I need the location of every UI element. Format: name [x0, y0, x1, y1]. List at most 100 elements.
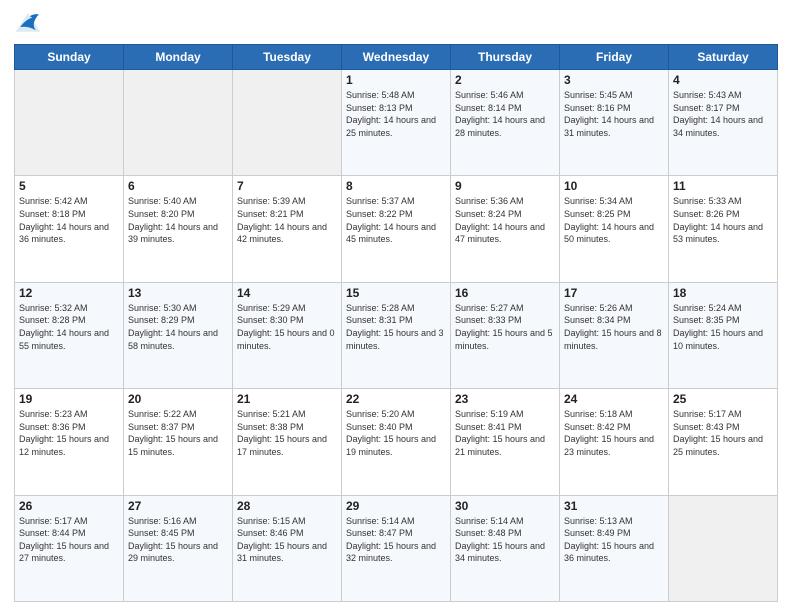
calendar-cell: 23 Sunrise: 5:19 AMSunset: 8:41 PMDayligh… [451, 389, 560, 495]
calendar-cell [233, 70, 342, 176]
day-number: 4 [673, 73, 773, 87]
day-number: 19 [19, 392, 119, 406]
day-info: Sunrise: 5:46 AMSunset: 8:14 PMDaylight:… [455, 89, 555, 139]
day-info: Sunrise: 5:21 AMSunset: 8:38 PMDaylight:… [237, 408, 337, 458]
col-header-friday: Friday [560, 45, 669, 70]
day-number: 23 [455, 392, 555, 406]
day-info: Sunrise: 5:40 AMSunset: 8:20 PMDaylight:… [128, 195, 228, 245]
day-number: 2 [455, 73, 555, 87]
day-number: 18 [673, 286, 773, 300]
calendar-cell: 5 Sunrise: 5:42 AMSunset: 8:18 PMDaylight… [15, 176, 124, 282]
day-info: Sunrise: 5:17 AMSunset: 8:44 PMDaylight:… [19, 515, 119, 565]
day-info: Sunrise: 5:23 AMSunset: 8:36 PMDaylight:… [19, 408, 119, 458]
day-info: Sunrise: 5:42 AMSunset: 8:18 PMDaylight:… [19, 195, 119, 245]
calendar-cell: 28 Sunrise: 5:15 AMSunset: 8:46 PMDayligh… [233, 495, 342, 601]
calendar-cell: 4Sunrise: 5:43 AMSunset: 8:17 PMDaylight… [669, 70, 778, 176]
logo [14, 10, 46, 38]
day-number: 7 [237, 179, 337, 193]
day-number: 13 [128, 286, 228, 300]
calendar-cell: 1 Sunrise: 5:48 AMSunset: 8:13 PMDaylight… [342, 70, 451, 176]
day-number: 8 [346, 179, 446, 193]
calendar-cell: 2 Sunrise: 5:46 AMSunset: 8:14 PMDaylight… [451, 70, 560, 176]
col-header-monday: Monday [124, 45, 233, 70]
day-info: Sunrise: 5:36 AMSunset: 8:24 PMDaylight:… [455, 195, 555, 245]
calendar-cell: 25Sunrise: 5:17 AMSunset: 8:43 PMDayligh… [669, 389, 778, 495]
calendar-table: SundayMondayTuesdayWednesdayThursdayFrid… [14, 44, 778, 602]
day-number: 15 [346, 286, 446, 300]
day-number: 24 [564, 392, 664, 406]
day-info: Sunrise: 5:22 AMSunset: 8:37 PMDaylight:… [128, 408, 228, 458]
col-header-sunday: Sunday [15, 45, 124, 70]
calendar-cell: 18 Sunrise: 5:24 AMSunset: 8:35 PMDayligh… [669, 282, 778, 388]
header-row: SundayMondayTuesdayWednesdayThursdayFrid… [15, 45, 778, 70]
day-number: 3 [564, 73, 664, 87]
day-number: 12 [19, 286, 119, 300]
day-info: Sunrise: 5:33 AMSunset: 8:26 PMDaylight:… [673, 195, 773, 245]
calendar-cell: 27 Sunrise: 5:16 AMSunset: 8:45 PMDayligh… [124, 495, 233, 601]
calendar-cell: 29 Sunrise: 5:14 AMSunset: 8:47 PMDayligh… [342, 495, 451, 601]
calendar-cell: 11 Sunrise: 5:33 AMSunset: 8:26 PMDayligh… [669, 176, 778, 282]
week-row-3: 12 Sunrise: 5:32 AMSunset: 8:28 PMDayligh… [15, 282, 778, 388]
day-info: Sunrise: 5:13 AMSunset: 8:49 PMDaylight:… [564, 515, 664, 565]
calendar-cell: 8 Sunrise: 5:37 AMSunset: 8:22 PMDaylight… [342, 176, 451, 282]
day-number: 10 [564, 179, 664, 193]
calendar-cell: 30 Sunrise: 5:14 AMSunset: 8:48 PMDayligh… [451, 495, 560, 601]
calendar-cell: 7Sunrise: 5:39 AMSunset: 8:21 PMDaylight… [233, 176, 342, 282]
calendar-cell: 14 Sunrise: 5:29 AMSunset: 8:30 PMDayligh… [233, 282, 342, 388]
day-info: Sunrise: 5:45 AMSunset: 8:16 PMDaylight:… [564, 89, 664, 139]
day-number: 31 [564, 499, 664, 513]
calendar-cell: 15 Sunrise: 5:28 AMSunset: 8:31 PMDayligh… [342, 282, 451, 388]
day-info: Sunrise: 5:37 AMSunset: 8:22 PMDaylight:… [346, 195, 446, 245]
day-info: Sunrise: 5:48 AMSunset: 8:13 PMDaylight:… [346, 89, 446, 139]
calendar-cell: 19 Sunrise: 5:23 AMSunset: 8:36 PMDayligh… [15, 389, 124, 495]
col-header-saturday: Saturday [669, 45, 778, 70]
day-info: Sunrise: 5:27 AMSunset: 8:33 PMDaylight:… [455, 302, 555, 352]
col-header-thursday: Thursday [451, 45, 560, 70]
calendar-cell: 24Sunrise: 5:18 AMSunset: 8:42 PMDayligh… [560, 389, 669, 495]
day-info: Sunrise: 5:14 AMSunset: 8:48 PMDaylight:… [455, 515, 555, 565]
day-number: 25 [673, 392, 773, 406]
day-number: 30 [455, 499, 555, 513]
day-info: Sunrise: 5:24 AMSunset: 8:35 PMDaylight:… [673, 302, 773, 352]
week-row-1: 1 Sunrise: 5:48 AMSunset: 8:13 PMDaylight… [15, 70, 778, 176]
day-info: Sunrise: 5:28 AMSunset: 8:31 PMDaylight:… [346, 302, 446, 352]
calendar-cell: 6 Sunrise: 5:40 AMSunset: 8:20 PMDaylight… [124, 176, 233, 282]
day-number: 6 [128, 179, 228, 193]
day-info: Sunrise: 5:19 AMSunset: 8:41 PMDaylight:… [455, 408, 555, 458]
calendar-cell: 20 Sunrise: 5:22 AMSunset: 8:37 PMDayligh… [124, 389, 233, 495]
calendar-cell: 17 Sunrise: 5:26 AMSunset: 8:34 PMDayligh… [560, 282, 669, 388]
calendar-cell: 16 Sunrise: 5:27 AMSunset: 8:33 PMDayligh… [451, 282, 560, 388]
day-number: 5 [19, 179, 119, 193]
day-info: Sunrise: 5:30 AMSunset: 8:29 PMDaylight:… [128, 302, 228, 352]
calendar-cell: 13 Sunrise: 5:30 AMSunset: 8:29 PMDayligh… [124, 282, 233, 388]
day-number: 9 [455, 179, 555, 193]
calendar-cell: 3 Sunrise: 5:45 AMSunset: 8:16 PMDaylight… [560, 70, 669, 176]
day-number: 20 [128, 392, 228, 406]
page: SundayMondayTuesdayWednesdayThursdayFrid… [0, 0, 792, 612]
day-info: Sunrise: 5:26 AMSunset: 8:34 PMDaylight:… [564, 302, 664, 352]
day-number: 11 [673, 179, 773, 193]
day-info: Sunrise: 5:32 AMSunset: 8:28 PMDaylight:… [19, 302, 119, 352]
calendar-cell: 31 Sunrise: 5:13 AMSunset: 8:49 PMDayligh… [560, 495, 669, 601]
day-number: 27 [128, 499, 228, 513]
day-number: 17 [564, 286, 664, 300]
day-number: 16 [455, 286, 555, 300]
header [14, 10, 778, 38]
day-number: 21 [237, 392, 337, 406]
week-row-5: 26Sunrise: 5:17 AMSunset: 8:44 PMDayligh… [15, 495, 778, 601]
logo-icon [14, 10, 42, 38]
day-info: Sunrise: 5:20 AMSunset: 8:40 PMDaylight:… [346, 408, 446, 458]
day-number: 1 [346, 73, 446, 87]
day-info: Sunrise: 5:29 AMSunset: 8:30 PMDaylight:… [237, 302, 337, 352]
day-number: 29 [346, 499, 446, 513]
day-info: Sunrise: 5:14 AMSunset: 8:47 PMDaylight:… [346, 515, 446, 565]
day-number: 28 [237, 499, 337, 513]
day-number: 14 [237, 286, 337, 300]
calendar-cell: 12 Sunrise: 5:32 AMSunset: 8:28 PMDayligh… [15, 282, 124, 388]
day-info: Sunrise: 5:16 AMSunset: 8:45 PMDaylight:… [128, 515, 228, 565]
week-row-2: 5 Sunrise: 5:42 AMSunset: 8:18 PMDaylight… [15, 176, 778, 282]
week-row-4: 19 Sunrise: 5:23 AMSunset: 8:36 PMDayligh… [15, 389, 778, 495]
calendar-cell: 22Sunrise: 5:20 AMSunset: 8:40 PMDayligh… [342, 389, 451, 495]
col-header-wednesday: Wednesday [342, 45, 451, 70]
day-info: Sunrise: 5:15 AMSunset: 8:46 PMDaylight:… [237, 515, 337, 565]
